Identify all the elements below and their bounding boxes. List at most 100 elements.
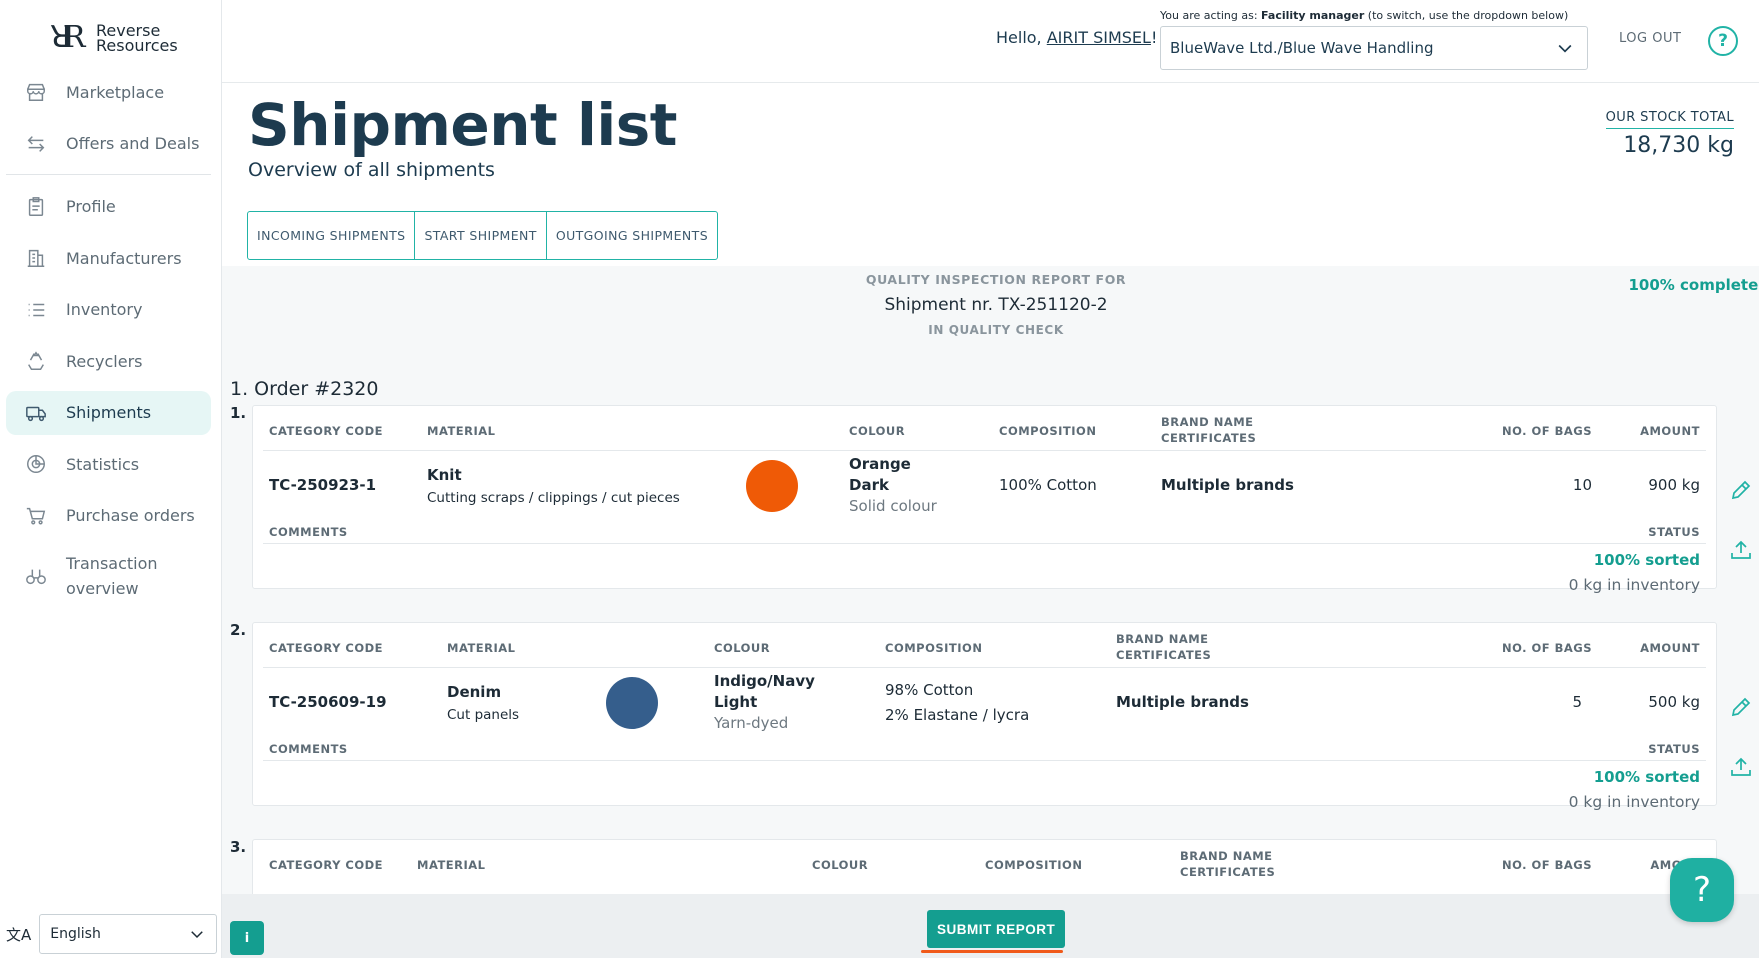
item-number: 1.: [230, 404, 247, 422]
header-brand-certificates: BRAND NAME CERTIFICATES: [1161, 415, 1257, 445]
sidebar-item-label: Profile: [66, 197, 116, 216]
item-number: 2.: [230, 621, 247, 639]
list-icon: [24, 298, 48, 322]
header-no-of-bags: NO. OF BAGS: [1501, 424, 1592, 438]
sidebar-item-label: Shipments: [66, 403, 152, 422]
logo[interactable]: ꓤR Reverse Resources: [50, 20, 178, 55]
colour-swatch: [746, 460, 798, 512]
header-comments: COMMENTS: [269, 742, 348, 756]
header-brand-certificates: BRAND NAME CERTIFICATES: [1180, 849, 1276, 879]
top-bar: Hello, AIRIT SIMSEL! You are acting as: …: [222, 0, 1759, 83]
sorted-status: 100% sorted: [1593, 551, 1700, 569]
chevron-down-icon: [191, 931, 204, 939]
header-material: MATERIAL: [427, 424, 496, 438]
upload-icon[interactable]: [1729, 538, 1753, 562]
order-title: 1. Order #2320: [230, 378, 379, 400]
header-no-of-bags: NO. OF BAGS: [1501, 858, 1592, 872]
sidebar-item-label: Marketplace: [66, 82, 165, 102]
upload-icon[interactable]: [1729, 755, 1753, 779]
acting-as-note: You are acting as: Facility manager (to …: [1160, 9, 1569, 22]
nav-divider: [6, 173, 211, 175]
organization-select[interactable]: BlueWave Ltd./Blue Wave Handling: [1160, 26, 1588, 70]
header-category-code: CATEGORY CODE: [269, 858, 384, 872]
no-of-bags: 10: [1572, 476, 1592, 494]
logo-mark-icon: ꓤR: [50, 20, 85, 55]
cart-icon: [24, 504, 48, 528]
header-no-of-bags: NO. OF BAGS: [1501, 641, 1592, 655]
header-composition: COMPOSITION: [985, 858, 1083, 872]
colour-pattern: Solid colour: [849, 497, 937, 515]
completion-badge: 100% completed: [1628, 276, 1759, 294]
header-composition: COMPOSITION: [999, 424, 1097, 438]
user-name-link[interactable]: AIRIT SIMSEL: [1047, 28, 1151, 47]
header-brand-certificates: BRAND NAME CERTIFICATES: [1116, 632, 1212, 662]
report-shipment-number: Shipment nr. TX-251120-2: [884, 295, 1108, 315]
tab-start-shipment[interactable]: START SHIPMENT: [414, 211, 547, 260]
bottom-action-bar: i SUBMIT REPORT: [222, 894, 1759, 958]
sidebar-item-offers-and-deals[interactable]: Offers and Deals: [6, 122, 211, 166]
header-category-code: CATEGORY CODE: [269, 424, 384, 438]
colour-name: Indigo/Navy: [714, 672, 815, 690]
sidebar-item-manufacturers[interactable]: Manufacturers: [6, 236, 211, 280]
report-header: QUALITY INSPECTION REPORT FOR Shipment n…: [222, 272, 1759, 337]
chevron-down-icon: [1558, 44, 1572, 53]
info-icon[interactable]: i: [230, 921, 264, 955]
sidebar-item-profile[interactable]: Profile: [6, 185, 211, 229]
header-colour: COLOUR: [812, 858, 869, 872]
store-icon: [24, 80, 48, 104]
header-composition: COMPOSITION: [885, 641, 983, 655]
building-icon: [24, 246, 48, 270]
translate-icon: 文A: [6, 925, 32, 944]
organization-value: BlueWave Ltd./Blue Wave Handling: [1170, 39, 1434, 57]
material-description: Cutting scraps / clippings / cut pieces: [427, 490, 680, 506]
sidebar-item-marketplace[interactable]: Marketplace: [6, 70, 211, 114]
sidebar-item-inventory[interactable]: Inventory: [6, 288, 211, 332]
sidebar-item-label: Statistics: [66, 454, 140, 474]
colour-pattern: Yarn-dyed: [714, 714, 789, 732]
sidebar-item-purchase-orders[interactable]: Purchase orders: [6, 494, 211, 538]
truck-icon: [24, 401, 48, 425]
sidebar-item-label: overview: [66, 579, 139, 598]
edit-pencil-icon[interactable]: [1729, 478, 1753, 502]
language-switcher: 文A English: [6, 914, 218, 954]
tab-outgoing-shipments[interactable]: OUTGOING SHIPMENTS: [545, 211, 719, 260]
sidebar-item-label: Recyclers: [66, 351, 143, 371]
greeting: Hello, AIRIT SIMSEL!: [996, 28, 1158, 47]
help-chat-icon[interactable]: ?: [1670, 858, 1734, 922]
stock-total: OUR STOCK TOTAL 18,730 kg: [1605, 110, 1734, 158]
edit-pencil-icon[interactable]: [1729, 695, 1753, 719]
amount: 900 kg: [1648, 476, 1700, 494]
item-number: 3.: [230, 838, 247, 856]
tab-incoming-shipments[interactable]: INCOMING SHIPMENTS: [247, 211, 416, 260]
header-colour: COLOUR: [714, 641, 771, 655]
sidebar-item-label: Purchase orders: [66, 506, 195, 525]
stock-total-value: 18,730 kg: [1623, 133, 1734, 158]
report-for-label: QUALITY INSPECTION REPORT FOR: [865, 272, 1127, 287]
sidebar-item-statistics[interactable]: Statistics: [6, 442, 211, 486]
sidebar-item-shipments[interactable]: Shipments: [6, 390, 211, 435]
help-icon[interactable]: ?: [1708, 26, 1738, 56]
swap-arrows-icon: [24, 132, 48, 156]
logout-button[interactable]: LOG OUT: [1619, 31, 1681, 46]
recycle-icon: [24, 349, 48, 373]
sidebar-item-label: Transaction: [66, 554, 158, 573]
brand-name: Multiple brands: [1116, 693, 1249, 711]
no-of-bags: 5: [1572, 693, 1582, 711]
header-amount: AMOUNT: [1640, 641, 1700, 655]
sidebar-item-transaction-overview[interactable]: Transaction overview: [6, 545, 211, 607]
submit-report-button[interactable]: SUBMIT REPORT: [927, 910, 1066, 948]
colour-name: Orange: [849, 455, 911, 473]
binoculars-icon: [24, 564, 48, 588]
colour-shade: Light: [714, 693, 758, 711]
clipboard-icon: [24, 195, 48, 219]
material-description: Cut panels: [447, 707, 520, 723]
sidebar-item-recyclers[interactable]: Recyclers: [6, 339, 211, 383]
sorted-status: 100% sorted: [1593, 768, 1700, 786]
composition-line: 100% Cotton: [999, 476, 1097, 494]
report-status: IN QUALITY CHECK: [928, 323, 1064, 337]
sidebar: ꓤR Reverse Resources Marketplace Offers …: [0, 0, 222, 958]
language-select[interactable]: English: [39, 914, 218, 954]
sidebar-item-label: Manufacturers: [66, 248, 182, 268]
quality-report: QUALITY INSPECTION REPORT FOR Shipment n…: [222, 266, 1759, 958]
header-comments: COMMENTS: [269, 525, 348, 539]
